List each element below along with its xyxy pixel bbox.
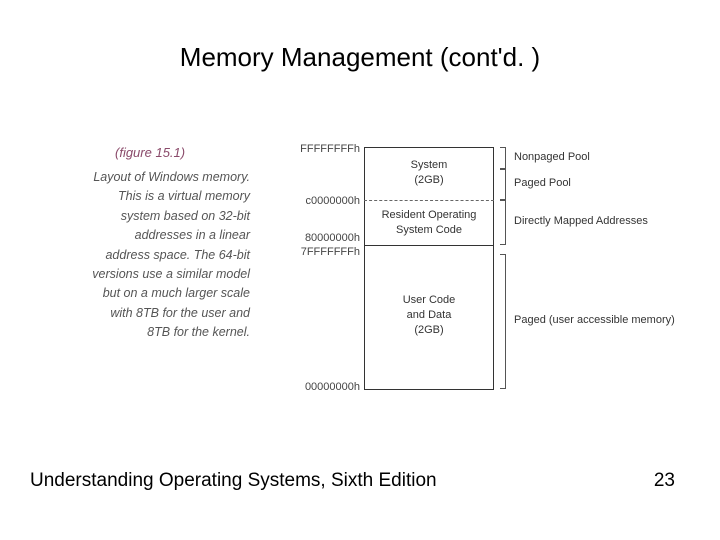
bracket-nonpaged — [500, 147, 506, 169]
user-line3: (2GB) — [414, 324, 443, 336]
system-block-label: System (2GB) — [364, 158, 494, 188]
address-00000000: 00000000h — [290, 381, 360, 393]
figure-label: (figure 15.1) — [115, 145, 185, 160]
address-ffffffff: FFFFFFFFh — [290, 143, 360, 155]
user-code-data-label: User Code and Data (2GB) — [364, 293, 494, 338]
address-7fffffff: 7FFFFFFFh — [290, 246, 360, 258]
user-line1: User Code — [403, 294, 456, 306]
bracket-user-paged — [500, 254, 506, 389]
system-line1: System — [411, 159, 448, 171]
figure-caption: Layout of Windows memory. This is a virt… — [92, 168, 250, 342]
address-80000000: 80000000h — [290, 232, 360, 244]
page-number: 23 — [654, 470, 675, 492]
slide-title: Memory Management (cont'd. ) — [0, 42, 720, 73]
user-line2: and Data — [407, 309, 452, 321]
resident-os-code-label: Resident Operating System Code — [364, 208, 494, 238]
label-nonpaged-pool: Nonpaged Pool — [514, 151, 590, 163]
roc-line2: System Code — [396, 224, 462, 236]
label-paged-pool: Paged Pool — [514, 177, 571, 189]
label-user-paged: Paged (user accessible memory) — [514, 314, 675, 326]
footer-book-title: Understanding Operating Systems, Sixth E… — [30, 470, 437, 492]
bracket-directly-mapped — [500, 200, 506, 245]
mid-divider — [364, 245, 494, 246]
address-c0000000: c0000000h — [290, 195, 360, 207]
label-directly-mapped: Directly Mapped Addresses — [514, 215, 648, 227]
dashed-divider — [364, 200, 494, 201]
roc-line1: Resident Operating — [382, 209, 477, 221]
bracket-paged-pool — [500, 169, 506, 200]
system-line2: (2GB) — [414, 174, 443, 186]
